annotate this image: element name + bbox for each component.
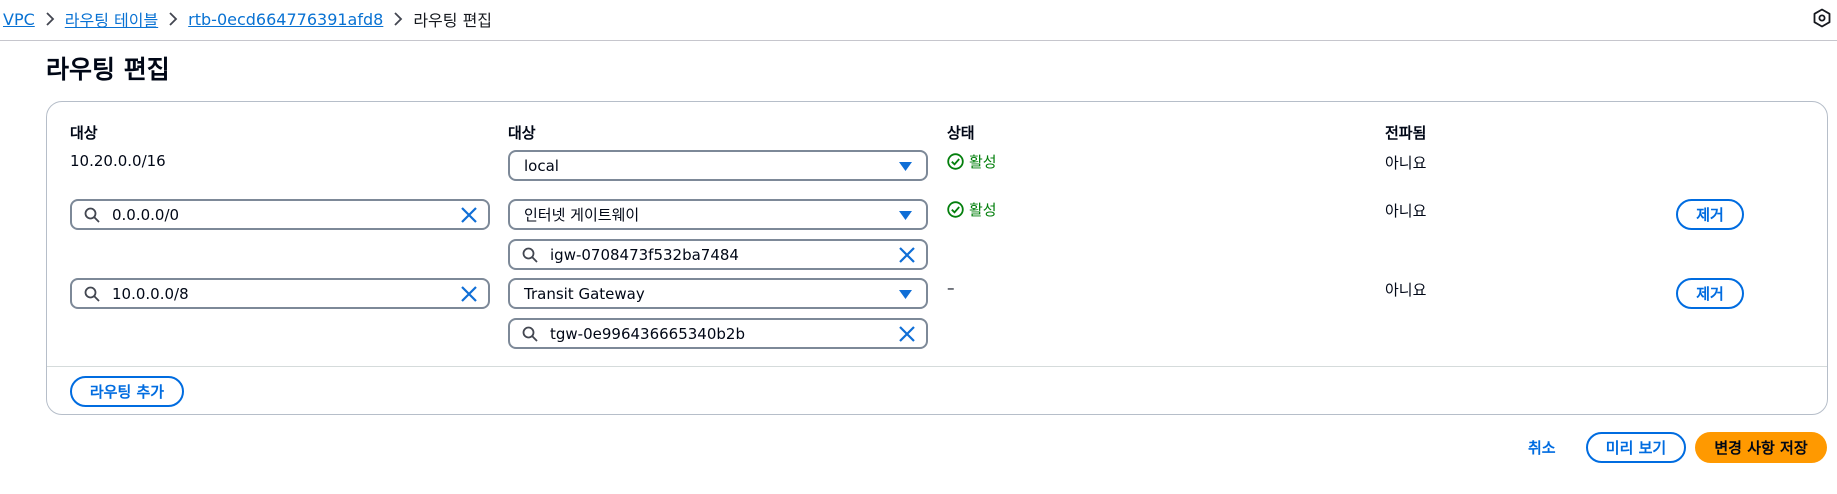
row2-target-value: 인터넷 게이트웨이: [524, 206, 640, 224]
routes-card: 대상 대상 상태 전파됨 10.20.0.0/16 local 활성 아니요 0…: [46, 101, 1828, 415]
row3-destination-input[interactable]: 10.0.0.0/8: [70, 278, 490, 309]
row2-target-select[interactable]: 인터넷 게이트웨이: [508, 199, 928, 230]
search-icon: [522, 247, 538, 263]
row1-target-select[interactable]: local: [508, 150, 928, 181]
breadcrumb-current: 라우팅 편집: [413, 11, 493, 30]
row3-target-id-value: tgw-0e996436665340b2b: [550, 324, 745, 343]
row1-destination: 10.20.0.0/16: [70, 152, 166, 170]
clear-icon[interactable]: [898, 325, 916, 343]
header-destination: 대상: [70, 124, 98, 142]
breadcrumb-vpc[interactable]: VPC: [3, 10, 35, 29]
row1-status: 활성: [947, 151, 997, 172]
caret-down-icon: [899, 211, 912, 220]
row2-destination-input[interactable]: 0.0.0.0/0: [70, 199, 490, 230]
success-check-icon: [947, 201, 964, 218]
row2-target-id-input[interactable]: igw-0708473f532ba7484: [508, 239, 928, 270]
breadcrumb-route-tables[interactable]: 라우팅 테이블: [65, 7, 158, 31]
row3-target-value: Transit Gateway: [524, 284, 645, 303]
preview-button[interactable]: 미리 보기: [1586, 432, 1686, 463]
chevron-right-icon: [35, 12, 65, 26]
row3-remove-button[interactable]: 제거: [1676, 278, 1744, 309]
row3-target-select[interactable]: Transit Gateway: [508, 278, 928, 309]
search-icon: [522, 326, 538, 342]
row1-status-label: 활성: [969, 153, 997, 171]
caret-down-icon: [899, 162, 912, 171]
save-changes-button[interactable]: 변경 사항 저장: [1695, 432, 1827, 463]
top-bar: VPC 라우팅 테이블 rtb-0ecd664776391afd8 라우팅 편집: [0, 0, 1837, 41]
header-target: 대상: [508, 124, 536, 142]
settings-hex-icon[interactable]: [1812, 8, 1832, 28]
success-check-icon: [947, 153, 964, 170]
chevron-right-icon: [158, 12, 188, 26]
header-status: 상태: [947, 124, 975, 142]
search-icon: [84, 207, 100, 223]
row1-propagated: 아니요: [1385, 154, 1427, 172]
search-icon: [84, 286, 100, 302]
row2-target-id-value: igw-0708473f532ba7484: [550, 245, 739, 264]
row1-target-value: local: [524, 156, 559, 175]
row2-remove-button[interactable]: 제거: [1676, 199, 1744, 230]
header-propagated: 전파됨: [1385, 124, 1427, 142]
row2-destination-value: 0.0.0.0/0: [112, 205, 180, 224]
row3-status: –: [947, 279, 955, 297]
cancel-button[interactable]: 취소: [1528, 437, 1556, 458]
row2-propagated: 아니요: [1385, 202, 1427, 220]
clear-icon[interactable]: [460, 285, 478, 303]
clear-icon[interactable]: [460, 206, 478, 224]
page-title: 라우팅 편집: [46, 55, 170, 84]
clear-icon[interactable]: [898, 246, 916, 264]
row3-propagated: 아니요: [1385, 281, 1427, 299]
caret-down-icon: [899, 290, 912, 299]
breadcrumb-route-table-id[interactable]: rtb-0ecd664776391afd8: [188, 10, 383, 29]
chevron-right-icon: [383, 12, 413, 26]
row2-status-label: 활성: [969, 201, 997, 219]
row3-destination-value: 10.0.0.0/8: [112, 284, 189, 303]
row3-target-id-input[interactable]: tgw-0e996436665340b2b: [508, 318, 928, 349]
row2-status: 활성: [947, 199, 997, 220]
card-divider: [47, 366, 1827, 367]
breadcrumb: VPC 라우팅 테이블 rtb-0ecd664776391afd8 라우팅 편집: [3, 7, 492, 31]
add-route-button[interactable]: 라우팅 추가: [70, 376, 184, 407]
